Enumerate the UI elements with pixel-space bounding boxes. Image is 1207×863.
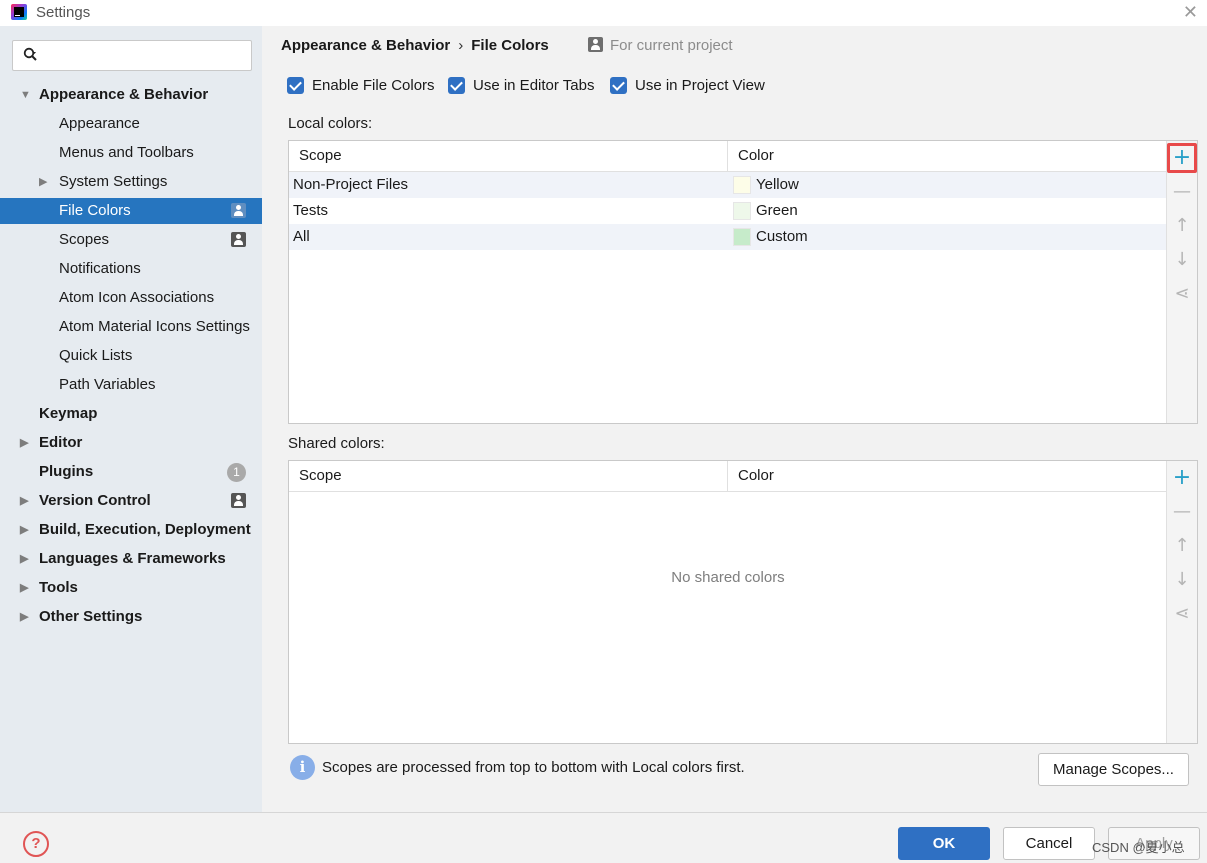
chevron-right-icon[interactable]: ▶ [20,430,28,456]
project-icon [231,493,246,508]
share-icon[interactable]: ⋖ [1167,279,1197,309]
table-row[interactable]: Tests Green [289,198,1167,224]
table-row[interactable]: Non-Project Files Yellow [289,172,1167,198]
info-icon: i [290,755,315,780]
empty-state-text: No shared colors [671,569,785,586]
sidebar-item-appearance-behavior[interactable]: ▼ Appearance & Behavior [0,82,262,108]
update-count-badge: 1 [227,463,246,482]
sidebar-item-other-settings[interactable]: ▶ Other Settings [0,604,262,630]
project-icon [231,232,246,247]
shared-colors-label: Shared colors: [288,435,385,452]
sidebar-item-scopes[interactable]: Scopes [0,227,262,253]
sidebar-item-atom-material-icons-settings[interactable]: Atom Material Icons Settings [0,314,262,340]
sidebar-item-keymap[interactable]: Keymap [0,401,262,427]
settings-sidebar: ▼ Appearance & Behavior Appearance Menus… [0,26,262,812]
chevron-right-icon[interactable]: ▶ [20,575,28,601]
project-icon [231,203,246,218]
project-icon [588,37,603,52]
chevron-right-icon[interactable]: ▶ [20,517,28,543]
dialog-footer: ? OK Cancel Apply [0,812,1207,863]
project-scope-note: For current project [588,37,733,54]
remove-icon[interactable]: — [1167,177,1197,207]
watermark: CSDN @夏小总 [1092,840,1185,855]
add-icon[interactable]: + [1167,463,1197,493]
enable-file-colors-checkbox[interactable]: Enable File Colors [287,76,437,96]
chevron-down-icon[interactable]: ▼ [20,82,31,108]
file-colors-panel: Appearance & Behavior › File Colors For cu… [262,26,1207,812]
table-header: Scope Color [289,141,1167,172]
chevron-right-icon[interactable]: ▶ [20,488,28,514]
move-up-icon[interactable]: ↑ [1167,211,1197,241]
sidebar-item-appearance[interactable]: Appearance [0,111,262,137]
use-in-project-view-checkbox[interactable]: Use in Project View [610,76,770,96]
title-bar: Settings ✕ [0,0,1207,26]
local-colors-label: Local colors: [288,115,373,132]
ok-button[interactable]: OK [898,827,990,860]
sidebar-item-file-colors[interactable]: File Colors [0,198,262,224]
breadcrumb-separator: › [458,37,464,54]
info-text: Scopes are processed from top to bottom … [322,759,745,776]
search-icon [23,47,37,61]
intellij-logo-icon [11,4,27,20]
close-icon[interactable]: ✕ [1183,2,1198,23]
color-swatch [733,228,751,246]
breadcrumb: Appearance & Behavior › File Colors [281,37,549,54]
window-title: Settings [36,4,91,21]
use-in-editor-tabs-checkbox[interactable]: Use in Editor Tabs [448,76,598,96]
sidebar-item-atom-icon-associations[interactable]: Atom Icon Associations [0,285,262,311]
sidebar-item-path-variables[interactable]: Path Variables [0,372,262,398]
checkbox-checked-icon[interactable] [287,77,304,94]
sidebar-item-notifications[interactable]: Notifications [0,256,262,282]
sidebar-item-quick-lists[interactable]: Quick Lists [0,343,262,369]
help-icon[interactable]: ? [23,831,49,857]
checkbox-checked-icon[interactable] [448,77,465,94]
sidebar-item-menus-toolbars[interactable]: Menus and Toolbars [0,140,262,166]
chevron-right-icon[interactable]: ▶ [20,604,28,630]
sidebar-item-system-settings[interactable]: ▶ System Settings [0,169,262,195]
shared-colors-toolbar: + — ↑ ↓ ⋖ [1166,461,1197,743]
sidebar-item-build-execution-deployment[interactable]: ▶ Build, Execution, Deployment [0,517,262,543]
sidebar-item-editor[interactable]: ▶ Editor [0,430,262,456]
local-colors-table: Scope Color Non-Project Files Yellow Tes… [288,140,1198,424]
chevron-right-icon[interactable]: ▶ [20,546,28,572]
sidebar-item-plugins[interactable]: Plugins 1 [0,459,262,485]
table-header: Scope Color [289,461,1167,492]
sidebar-item-tools[interactable]: ▶ Tools [0,575,262,601]
manage-scopes-button[interactable]: Manage Scopes... [1038,753,1189,786]
add-icon[interactable]: + [1167,143,1197,173]
share-icon[interactable]: ⋖ [1167,599,1197,629]
chevron-right-icon[interactable]: ▶ [39,169,47,195]
search-input[interactable] [12,40,252,71]
shared-colors-table: Scope Color No shared colors + — ↑ ↓ ⋖ [288,460,1198,744]
breadcrumb-parent: Appearance & Behavior [281,37,451,54]
checkbox-checked-icon[interactable] [610,77,627,94]
column-header-color[interactable]: Color [738,141,774,171]
color-swatch [733,202,751,220]
breadcrumb-current: File Colors [471,37,549,54]
color-swatch [733,176,751,194]
column-header-scope[interactable]: Scope [299,141,342,171]
sidebar-item-version-control[interactable]: ▶ Version Control [0,488,262,514]
remove-icon[interactable]: — [1167,497,1197,527]
column-header-color[interactable]: Color [738,461,774,491]
move-down-icon[interactable]: ↓ [1167,565,1197,595]
table-row[interactable]: All Custom [289,224,1167,250]
cancel-button[interactable]: Cancel [1003,827,1095,860]
column-header-scope[interactable]: Scope [299,461,342,491]
local-colors-toolbar: + — ↑ ↓ ⋖ [1166,141,1197,423]
sidebar-item-languages-frameworks[interactable]: ▶ Languages & Frameworks [0,546,262,572]
move-up-icon[interactable]: ↑ [1167,531,1197,561]
move-down-icon[interactable]: ↓ [1167,245,1197,275]
